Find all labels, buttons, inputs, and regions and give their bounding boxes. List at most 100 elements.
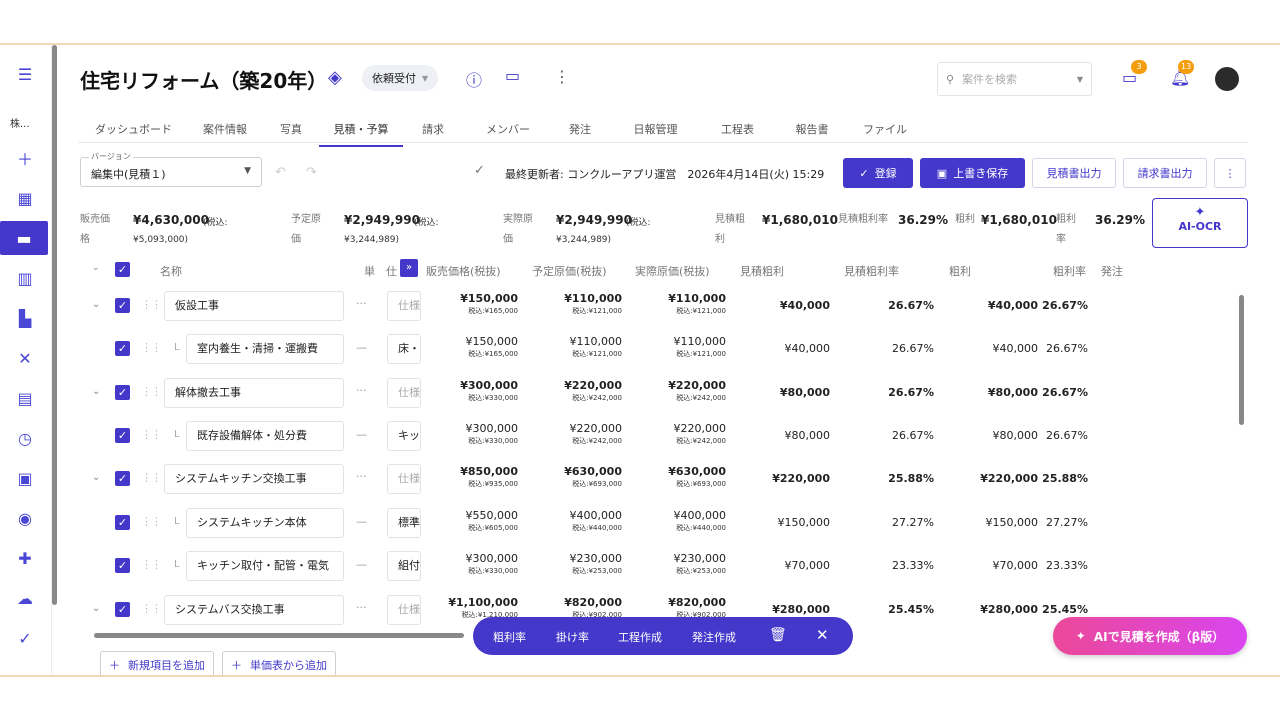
avatar[interactable] [1215, 67, 1239, 91]
item-name-field[interactable]: キッチン取付・配管・電気 [186, 551, 344, 581]
clock-icon[interactable]: ◷ [5, 421, 45, 455]
horizontal-scrollbar[interactable] [94, 633, 464, 638]
more-vertical-icon[interactable]: ⋮ [554, 67, 570, 86]
gross-rate-action[interactable]: 粗利率 [493, 629, 526, 645]
chevron-down-icon[interactable]: ⌄ [92, 386, 100, 397]
redo-icon[interactable]: ↷ [306, 165, 317, 180]
row-checkbox[interactable]: ✓ [115, 558, 130, 573]
planned-tax-value: 税込:¥242,000 [572, 437, 622, 445]
spec-field[interactable]: 仕様 [387, 595, 421, 625]
chevron-down-icon[interactable]: ⌄ [92, 263, 100, 273]
item-name-field[interactable]: 仮設工事 [164, 291, 344, 321]
vertical-scrollbar[interactable] [1239, 295, 1244, 425]
item-name-field[interactable]: 解体撤去工事 [164, 378, 344, 408]
add-item-button[interactable]: ＋ 新規項目を追加 [100, 651, 214, 675]
drag-handle-icon[interactable]: ⋮⋮ [141, 471, 162, 484]
status-select[interactable]: 依頼受付 ▼ [362, 65, 439, 91]
factory-icon[interactable]: ▙ [5, 301, 45, 335]
check-circle-icon[interactable]: ✓ [5, 621, 45, 655]
spec-field[interactable]: 標準 [387, 508, 421, 538]
row-checkbox[interactable]: ✓ [115, 341, 130, 356]
more-horizontal-icon[interactable]: ··· [356, 297, 367, 310]
sales-tax-value: 税込:¥330,000 [468, 394, 518, 402]
dashboard-icon[interactable]: ▦ [5, 181, 45, 215]
sales-tax-value: 税込:¥605,000 [468, 524, 518, 532]
version-select[interactable]: バージョン 編集中(見積１) ▼ [80, 151, 262, 187]
calendar-icon[interactable]: ▤ [5, 381, 45, 415]
make-order-action[interactable]: 発注作成 [692, 629, 736, 645]
more-horizontal-icon[interactable]: ··· [356, 601, 367, 614]
spec-field[interactable]: キッ [387, 421, 421, 451]
row-checkbox[interactable]: ✓ [115, 298, 130, 313]
chevron-down-icon[interactable]: ⌄ [92, 603, 100, 614]
drag-handle-icon[interactable]: ⋮⋮ [141, 298, 162, 311]
overwrite-save-button[interactable]: ▣ 上書き保存 [920, 158, 1025, 188]
puzzle-icon[interactable]: ✚ [5, 541, 45, 575]
coin-icon[interactable]: ◉ [5, 501, 45, 535]
row-checkbox[interactable]: ✓ [115, 471, 130, 486]
actual-tax-value: 税込:¥121,000 [676, 350, 726, 358]
table-row[interactable]: ⌄ ✓ ⋮⋮ 仮設工事 ··· 仕様 ¥150,000 税込:¥165,000 ¥110,000… [78, 285, 1238, 328]
chat-icon[interactable]: ▭ [505, 66, 520, 85]
select-all-checkbox[interactable]: ✓ [115, 262, 130, 277]
spec-field[interactable]: 仕様 [387, 378, 421, 408]
row-checkbox[interactable]: ✓ [115, 385, 130, 400]
menu-icon[interactable]: ☰ [5, 57, 45, 91]
register-button[interactable]: ✓ 登録 [843, 158, 913, 188]
ai-ocr-button[interactable]: ✦ AI-OCR [1152, 198, 1248, 248]
building-icon[interactable]: ▥ [5, 261, 45, 295]
clipboard-icon[interactable]: ▣ [5, 461, 45, 495]
spec-field[interactable]: 仕様 [387, 464, 421, 494]
more-horizontal-icon[interactable]: ··· [356, 384, 367, 397]
add-icon[interactable]: ＋ [5, 141, 45, 175]
expand-columns-button[interactable]: » [400, 259, 418, 277]
search-input[interactable]: ⚲ 案件を検索 ▼ [937, 62, 1092, 96]
info-icon[interactable]: ⓘ [466, 67, 482, 91]
table-row[interactable]: ⌄ ✓ ⋮⋮ 解体撤去工事 ··· 仕様 ¥300,000 税込:¥330,000 ¥220,0… [78, 372, 1238, 415]
drag-handle-icon[interactable]: ⋮⋮ [141, 602, 162, 615]
drag-handle-icon[interactable]: ⋮⋮ [141, 515, 162, 528]
table-row[interactable]: ✓ ⋮⋮ L 既存設備解体・処分費 — キッ ¥300,000 税込:¥330,000 ¥220… [78, 415, 1238, 458]
drag-handle-icon[interactable]: ⋮⋮ [141, 341, 162, 354]
export-invoice-button[interactable]: 請求書出力 [1123, 158, 1207, 188]
folder-icon[interactable]: ▬ [0, 221, 48, 255]
drag-handle-icon[interactable]: ⋮⋮ [141, 385, 162, 398]
header-sales: 販売価格(税抜) [426, 265, 501, 278]
add-from-price-list-button[interactable]: ＋ 単価表から追加 [222, 651, 336, 675]
make-schedule-action[interactable]: 工程作成 [618, 629, 662, 645]
chevron-down-icon[interactable]: ⌄ [92, 299, 100, 310]
row-checkbox[interactable]: ✓ [115, 515, 130, 530]
table-row[interactable]: ✓ ⋮⋮ L 室内養生・清掃・運搬費 — 床・ ¥150,000 税込:¥165,000 ¥11… [78, 328, 1238, 371]
item-name-field[interactable]: システムキッチン交換工事 [164, 464, 344, 494]
more-vertical-icon[interactable]: ⋮ [1214, 158, 1246, 188]
spec-field[interactable]: 床・ [387, 334, 421, 364]
more-horizontal-icon[interactable]: ··· [356, 470, 367, 483]
item-name-field[interactable]: 室内養生・清掃・運搬費 [186, 334, 344, 364]
rate-cell: 26.67% [1042, 386, 1088, 399]
close-icon[interactable]: ✕ [816, 626, 829, 644]
actual-value: ¥820,000 [668, 596, 726, 609]
item-name-field[interactable]: システムキッチン本体 [186, 508, 344, 538]
ai-estimate-button[interactable]: ✦ AIで見積を作成（β版） [1053, 617, 1247, 655]
table-row[interactable]: ✓ ⋮⋮ L キッチン取付・配管・電気 — 組付 ¥300,000 税込:¥330,000 ¥2… [78, 545, 1238, 588]
table-row[interactable]: ✓ ⋮⋮ L システムキッチン本体 — 標準 ¥550,000 税込:¥605,000 ¥400… [78, 502, 1238, 545]
sidebar-scrollbar[interactable] [52, 45, 57, 605]
spec-field[interactable]: 組付 [387, 551, 421, 581]
row-checkbox[interactable]: ✓ [115, 602, 130, 617]
drag-handle-icon[interactable]: ⋮⋮ [141, 428, 162, 441]
drag-handle-icon[interactable]: ⋮⋮ [141, 558, 162, 571]
spec-field[interactable]: 仕様 [387, 291, 421, 321]
row-checkbox[interactable]: ✓ [115, 428, 130, 443]
rate-cell: 26.67% [1046, 429, 1088, 442]
cloud-icon[interactable]: ☁ [5, 581, 45, 615]
table-row[interactable]: ⌄ ✓ ⋮⋮ システムキッチン交換工事 ··· 仕様 ¥850,000 税込:¥935,000… [78, 458, 1238, 501]
tools-icon[interactable]: ✕ [5, 341, 45, 375]
export-estimate-button[interactable]: 見積書出力 [1032, 158, 1116, 188]
company-name[interactable]: 株... [10, 115, 30, 130]
undo-icon[interactable]: ↶ [275, 165, 286, 180]
item-name-field[interactable]: システムバス交換工事 [164, 595, 344, 625]
item-name-field[interactable]: 既存設備解体・処分費 [186, 421, 344, 451]
trash-icon[interactable]: 🗑︎ [769, 627, 787, 643]
markup-action[interactable]: 掛け率 [556, 629, 589, 645]
chevron-down-icon[interactable]: ⌄ [92, 472, 100, 483]
